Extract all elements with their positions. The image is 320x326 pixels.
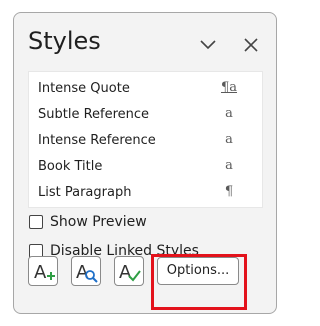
style-item[interactable]: List Paragraph ¶ [29, 180, 262, 206]
new-style-button[interactable]: A [28, 256, 58, 286]
style-item[interactable]: Subtle Reference a [29, 102, 262, 128]
checkbox-label: Show Preview [50, 214, 147, 230]
show-preview-checkbox[interactable]: Show Preview [29, 213, 239, 233]
chevron-down-icon[interactable] [196, 33, 220, 57]
character-style-icon: a [225, 158, 233, 173]
styles-pane: Styles Intense Quote ¶a Subtle Reference… [13, 12, 277, 314]
styles-list: Intense Quote ¶a Subtle Reference a Inte… [28, 71, 263, 208]
style-name: Intense Quote [38, 81, 130, 96]
svg-text:A: A [119, 262, 132, 283]
character-style-icon: a [225, 106, 233, 121]
style-inspector-button[interactable]: A [71, 256, 101, 286]
svg-text:A: A [34, 262, 47, 283]
style-item[interactable]: Intense Quote ¶a [29, 76, 262, 102]
pane-title: Styles [28, 27, 101, 55]
style-item[interactable]: Book Title a [29, 154, 262, 180]
new-style-icon: A [34, 262, 55, 283]
style-name: List Paragraph [38, 185, 132, 200]
checkbox-box[interactable] [29, 215, 43, 229]
pane-header: Styles [14, 13, 276, 69]
style-item[interactable]: Intense Reference a [29, 128, 262, 154]
style-inspector-icon: A [76, 262, 98, 283]
style-name: Intense Reference [38, 133, 156, 148]
character-style-icon: a [225, 132, 233, 147]
style-name: Book Title [38, 159, 103, 174]
options-button[interactable]: Options... [157, 257, 239, 285]
manage-styles-button[interactable]: A [114, 256, 144, 286]
linked-style-icon: ¶a [220, 80, 238, 95]
paragraph-style-icon: ¶ [224, 184, 234, 199]
manage-styles-icon: A [119, 262, 141, 283]
style-name: Subtle Reference [38, 107, 150, 122]
close-icon[interactable] [239, 33, 263, 57]
